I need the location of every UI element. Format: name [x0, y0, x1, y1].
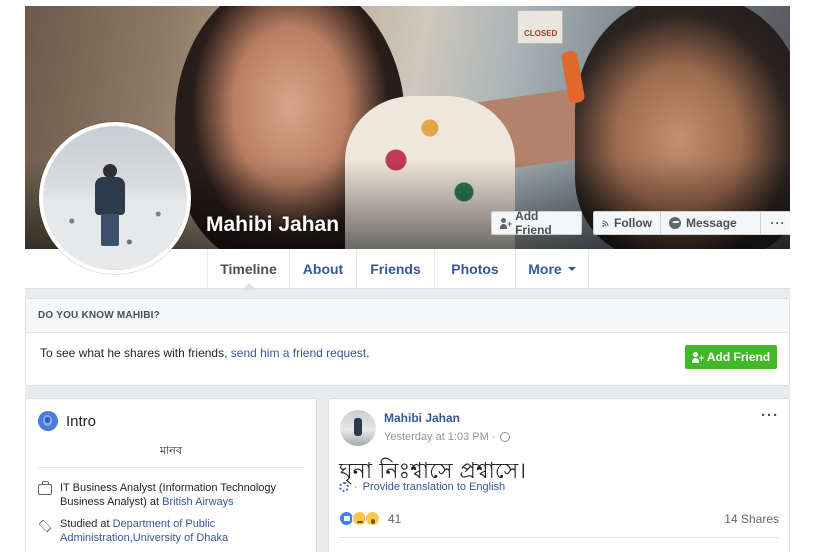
add-friend-icon: +: [500, 217, 512, 229]
reaction-count: 41: [388, 511, 402, 526]
reactions-summary[interactable]: 41: [339, 511, 401, 526]
divider: [38, 467, 304, 468]
graduation-cap-icon: [38, 519, 52, 531]
intro-bio: মানব: [160, 445, 182, 457]
cover-add-friend-button[interactable]: + Add Friend: [491, 209, 582, 237]
follow-rss-icon: [602, 219, 609, 227]
intro-card: Intro মানব IT Business Analyst (Informat…: [25, 398, 317, 552]
employer-link[interactable]: British Airways: [162, 496, 234, 508]
post-meta: Yesterday at 1:03 PM ·: [384, 431, 510, 443]
friend-request-prompt: To see what he shares with friends, send…: [40, 346, 370, 360]
post-timestamp[interactable]: Yesterday at 1:03 PM ·: [384, 431, 496, 443]
shares-count[interactable]: 14 Shares: [724, 512, 779, 526]
cover-more-button[interactable]: ···: [761, 212, 790, 234]
briefcase-icon: [38, 481, 52, 495]
tab-about[interactable]: About: [289, 249, 356, 289]
work-info: IT Business Analyst (Information Technol…: [38, 481, 308, 509]
timeline-post: Mahibi Jahan Yesterday at 1:03 PM · ··· …: [328, 398, 790, 552]
add-friend-icon: +: [691, 351, 704, 363]
tab-timeline[interactable]: Timeline: [207, 249, 289, 290]
send-friend-request-link[interactable]: send him a friend request: [231, 346, 366, 360]
add-friend-button[interactable]: + Add Friend: [685, 345, 777, 369]
cover-sign: CLOSED: [517, 10, 563, 44]
cover-action-buttons: Follow Message ···: [593, 211, 790, 235]
gear-icon: [339, 482, 349, 492]
caret-down-icon: [567, 267, 576, 271]
translation-link[interactable]: · Provide translation to English: [339, 481, 505, 493]
intro-title: Intro: [38, 411, 96, 431]
tab-photos[interactable]: Photos: [434, 249, 515, 289]
do-you-know-card: DO YOU KNOW MAHIBI? To see what he share…: [25, 298, 790, 386]
follow-button[interactable]: Follow: [594, 212, 661, 234]
globe-icon: [38, 411, 58, 431]
post-author-avatar[interactable]: [340, 410, 376, 446]
messenger-icon: [669, 217, 681, 229]
wow-reaction-icon: [365, 511, 380, 526]
education-info: Studied at Department of Public Administ…: [38, 517, 308, 545]
profile-picture[interactable]: [39, 122, 191, 274]
profile-page: CLOSED Mahibi Jahan + Add Friend Follow …: [25, 6, 790, 552]
tab-friends[interactable]: Friends: [356, 249, 434, 289]
message-button[interactable]: Message: [661, 212, 761, 234]
divider: [339, 537, 779, 538]
post-author-name[interactable]: Mahibi Jahan: [384, 411, 460, 425]
public-globe-icon[interactable]: [499, 432, 510, 442]
do-you-know-heading: DO YOU KNOW MAHIBI?: [26, 299, 789, 333]
tab-more[interactable]: More: [515, 249, 589, 289]
profile-name[interactable]: Mahibi Jahan: [206, 213, 339, 237]
post-options-button[interactable]: ···: [761, 407, 779, 424]
